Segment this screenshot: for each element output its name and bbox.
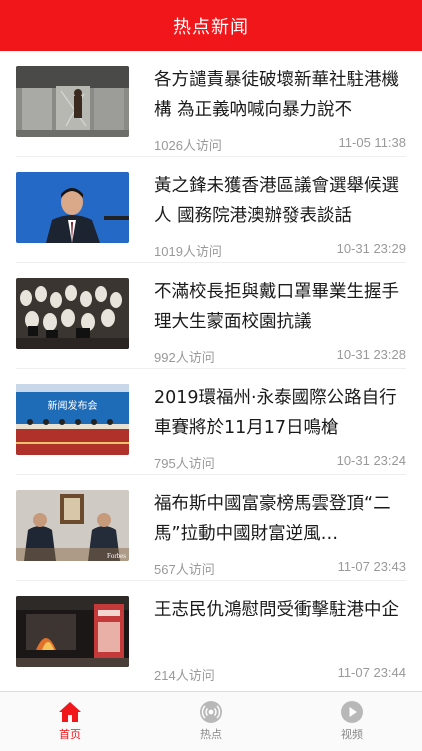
news-item[interactable]: 王志民仇鴻慰問受衝擊駐港中企 214人访问 11-07 23:44 [0,581,422,687]
tab-label: 首页 [59,728,81,741]
news-title: 黃之鋒未獲香港區議會選舉候選人 國務院港澳辦發表談話 [154,176,399,226]
news-time: 10-31 23:24 [336,453,406,468]
visit-count: 1026人访问 [154,138,222,153]
page-title: 热点新闻 [173,16,249,38]
tab-hot[interactable]: 热点 [141,692,281,751]
visit-count: 1019人访问 [154,244,222,259]
news-title: 王志民仇鴻慰問受衝擊駐港中企 [154,600,399,620]
home-icon [59,702,81,722]
news-title: 2019環福州·永泰國際公路自行車賽將於11月17日鳴槍 [154,388,397,438]
news-time: 11-07 23:44 [337,665,406,680]
news-thumbnail [16,596,129,667]
news-item[interactable]: 新闻发布会 2019環福州·永泰國際公路自行車賽將於11月17日鳴槍 795人访… [0,369,422,475]
news-item[interactable]: 各方譴責暴徒破壞新華社駐港機構 為正義吶喊向暴力說不 1026人访问 11-05… [0,51,422,157]
visit-count: 214人访问 [154,668,215,683]
news-thumbnail [16,278,129,349]
news-thumbnail: Forbes [16,490,129,561]
visit-count: 567人访问 [154,562,215,577]
news-item[interactable]: 不滿校長拒與戴口罩畢業生握手 理大生蒙面校園抗議 992人访问 10-31 23… [0,263,422,369]
app-header: 热点新闻 [0,0,422,51]
visit-count: 992人访问 [154,350,215,365]
tab-video[interactable]: 视频 [282,692,422,751]
tab-label: 热点 [200,728,222,741]
visit-count: 795人访问 [154,456,215,471]
tab-home[interactable]: 首页 [0,692,140,751]
press-banner-text: 新闻发布会 [48,399,98,412]
news-thumbnail [16,172,129,243]
news-thumbnail: 新闻发布会 [16,384,129,455]
play-icon [341,701,363,723]
news-title: 各方譴責暴徒破壞新華社駐港機構 為正義吶喊向暴力說不 [154,70,399,120]
news-time: 11-05 11:38 [338,135,406,150]
news-item[interactable]: 黃之鋒未獲香港區議會選舉候選人 國務院港澳辦發表談話 1019人访问 10-31… [0,157,422,263]
news-time: 10-31 23:29 [336,241,406,256]
forbes-logo-text: Forbes [107,552,126,560]
news-title: 不滿校長拒與戴口罩畢業生握手 理大生蒙面校園抗議 [154,282,399,332]
news-item[interactable]: Forbes 福布斯中國富豪榜馬雲登頂“二馬”拉動中國財富逆風… 567人访问 … [0,475,422,581]
news-thumbnail [16,66,129,137]
bottom-tab-bar: 首页 热点 视频 [0,691,422,751]
radio-icon [200,701,222,723]
news-title: 福布斯中國富豪榜馬雲登頂“二馬”拉動中國財富逆風… [154,494,391,544]
news-time: 11-07 23:43 [337,559,406,574]
news-time: 10-31 23:28 [336,347,406,362]
tab-label: 视频 [341,728,363,741]
